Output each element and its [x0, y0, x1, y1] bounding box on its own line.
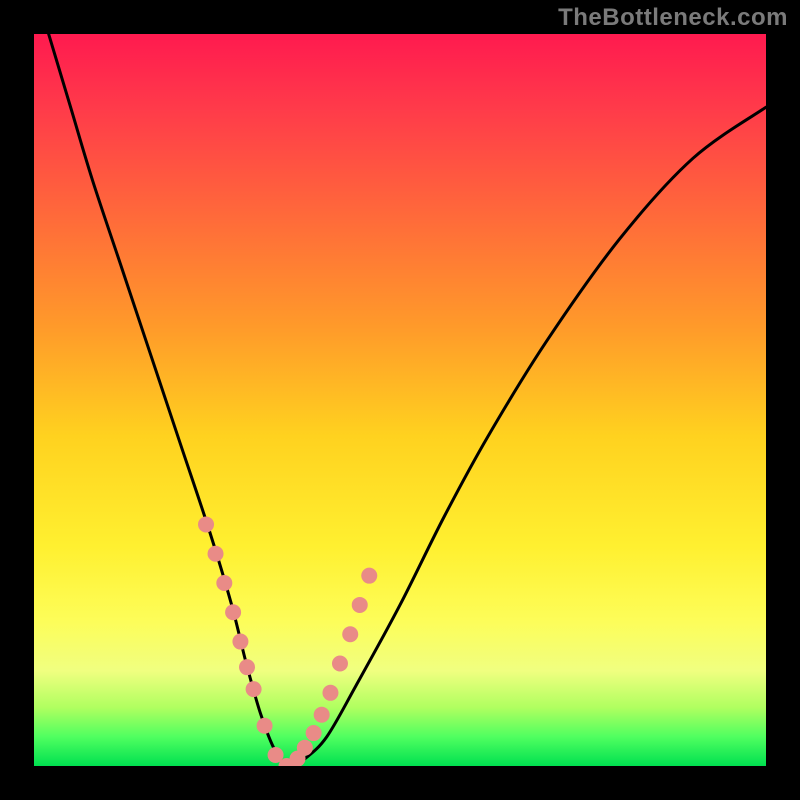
highlight-dot [225, 604, 241, 620]
highlight-dot [239, 659, 255, 675]
highlight-dot [257, 718, 273, 734]
highlight-dot [361, 568, 377, 584]
highlight-dots [198, 516, 377, 766]
highlight-dot [352, 597, 368, 613]
curve-layer [34, 34, 766, 766]
highlight-dot [306, 725, 322, 741]
highlight-dot [208, 546, 224, 562]
highlight-dot [332, 656, 348, 672]
chart-container: TheBottleneck.com [0, 0, 800, 800]
highlight-dot [297, 740, 313, 756]
highlight-dot [314, 707, 330, 723]
highlight-dot [342, 626, 358, 642]
bottleneck-curve [49, 34, 766, 766]
highlight-dot [246, 681, 262, 697]
highlight-dot [216, 575, 232, 591]
plot-area [34, 34, 766, 766]
highlight-dot [198, 516, 214, 532]
highlight-dot [232, 634, 248, 650]
watermark-text: TheBottleneck.com [558, 4, 788, 32]
highlight-dot [322, 685, 338, 701]
